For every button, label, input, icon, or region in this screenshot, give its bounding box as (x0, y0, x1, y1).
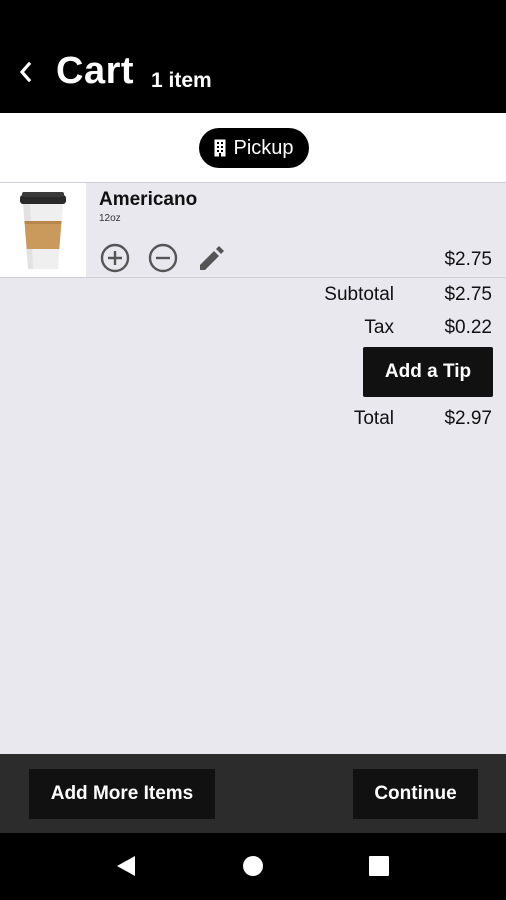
pickup-toggle[interactable]: Pickup (199, 128, 309, 168)
coffee-cup-icon (0, 183, 86, 277)
continue-button[interactable]: Continue (353, 769, 478, 819)
add-tip-button[interactable]: Add a Tip (363, 347, 493, 397)
pencil-icon (200, 246, 224, 270)
pickup-label: Pickup (233, 136, 294, 159)
system-recents-button[interactable] (362, 849, 396, 883)
page-title: Cart (56, 50, 135, 92)
item-count: 1 item (151, 69, 212, 92)
order-mode-bar: Pickup (0, 113, 506, 182)
total-value: $2.97 (444, 408, 492, 429)
building-icon (214, 139, 226, 157)
item-name: Americano (99, 189, 198, 210)
tax-value: $0.22 (444, 317, 492, 338)
increase-quantity-button[interactable] (100, 243, 130, 273)
back-button[interactable] (12, 58, 38, 86)
add-more-items-button[interactable]: Add More Items (29, 769, 215, 819)
subtotal-label: Subtotal (324, 284, 394, 305)
subtotal-value: $2.75 (444, 284, 492, 305)
cart-item: Americano 12oz $2.75 (0, 182, 506, 278)
system-home-button[interactable] (236, 849, 270, 883)
tax-label: Tax (364, 317, 394, 338)
plus-circle-icon (100, 243, 130, 273)
edit-item-button[interactable] (196, 243, 226, 273)
app-header: Cart 1 item (0, 0, 506, 113)
cart-action-bar: Add More Items Continue (0, 754, 506, 833)
circle-home-icon (243, 856, 263, 876)
square-recents-icon (369, 856, 389, 876)
chevron-left-icon (19, 61, 32, 83)
minus-circle-icon (148, 243, 178, 273)
decrease-quantity-button[interactable] (148, 243, 178, 273)
item-size: 12oz (99, 213, 121, 224)
triangle-back-icon (117, 856, 135, 876)
total-label: Total (353, 408, 394, 429)
item-price: $2.75 (444, 249, 492, 270)
system-nav-bar (0, 833, 506, 900)
system-back-button[interactable] (109, 849, 143, 883)
